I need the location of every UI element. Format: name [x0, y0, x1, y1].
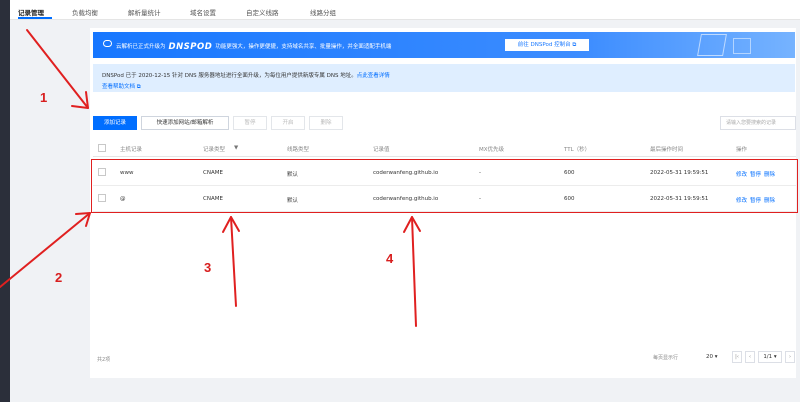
banner-text: 云解析已正式升级为 DNSPOD 功能更强大，操作更便捷，支持域名共享、批量操作，并… — [116, 41, 392, 52]
header-host: 主机记录 — [120, 147, 143, 153]
notice-text: DNSPod 已于 2020-12-15 针对 DNS 服务器地址进行全面升级，… — [102, 71, 390, 79]
dnspod-logo: DNSPOD — [168, 42, 213, 52]
tab-domain-settings[interactable]: 域名设置 — [190, 7, 216, 17]
header-ttl: TTL（秒） — [564, 147, 591, 153]
dns-upgrade-notice: DNSPod 已于 2020-12-15 针对 DNS 服务器地址进行全面升级，… — [93, 64, 795, 92]
header-value: 记录值 — [373, 147, 390, 153]
banner-prefix: 云解析已正式升级为 — [116, 44, 166, 50]
highlight-box — [91, 159, 798, 213]
tab-stats[interactable]: 解析量统计 — [128, 7, 161, 17]
tab-records[interactable]: 记录管理 — [18, 7, 44, 17]
help-doc-link[interactable]: 查看帮助文档 ⧉ — [102, 82, 141, 91]
enable-button[interactable]: 开启 — [271, 116, 305, 130]
quick-add-button[interactable]: 快速添加网站/邮箱解析 — [141, 116, 229, 130]
prev-page-button[interactable]: ‹ — [745, 351, 755, 363]
annotation-label-1: 1 — [40, 90, 48, 105]
page-select[interactable]: 1/1 ▾ — [758, 351, 782, 363]
tab-load-balance[interactable]: 负载均衡 — [72, 7, 98, 17]
annotation-label-2: 2 — [55, 270, 63, 285]
banner-decoration-small — [733, 38, 751, 54]
notice-details-link[interactable]: 点此查看详情 — [357, 73, 390, 79]
header-ops: 操作 — [736, 147, 748, 153]
tab-bar: 记录管理 负载均衡 解析量统计 域名设置 自定义线路 线路分组 — [10, 0, 800, 20]
banner-suffix: 功能更强大，操作更便捷，支持域名共享、批量操作，并全面适配手机端 — [215, 44, 392, 50]
arrow-1-head — [71, 91, 89, 109]
per-page-select[interactable]: 20 ▾ — [706, 354, 718, 360]
next-page-button[interactable]: › — [785, 351, 795, 363]
go-dnspod-console-button[interactable]: 前往 DNSPod 控制台 ⧉ — [505, 39, 589, 51]
pause-button[interactable]: 暂停 — [233, 116, 267, 130]
first-page-button[interactable]: |‹ — [732, 351, 742, 363]
tab-line-groups[interactable]: 线路分组 — [310, 7, 336, 17]
upgrade-banner: 云解析已正式升级为 DNSPOD 功能更强大，操作更便捷，支持域名共享、批量操作，并… — [93, 32, 795, 58]
arrow-2-head — [75, 212, 91, 227]
notice-message: DNSPod 已于 2020-12-15 针对 DNS 服务器地址进行全面升级，… — [102, 73, 357, 79]
per-page-label: 每页显示行 — [653, 355, 679, 361]
left-nav-strip — [0, 0, 10, 402]
annotation-label-4: 4 — [386, 251, 394, 266]
banner-decoration — [697, 34, 727, 56]
add-record-button[interactable]: 添加记录 — [93, 116, 137, 130]
record-search-input[interactable]: 请输入您要搜索的记录 — [720, 116, 796, 130]
table-header: 主机记录 记录类型 ▼ 线路类型 记录值 MX优先级 TTL（秒） 最后操作时间… — [93, 139, 796, 157]
delete-button[interactable]: 删除 — [309, 116, 343, 130]
arrow-2 — [0, 212, 91, 288]
table-footer: 共2项 每页显示行 20 ▾ |‹ ‹ 1/1 ▾ › — [93, 350, 796, 366]
arrow-1 — [26, 29, 89, 109]
cloud-icon — [103, 40, 112, 47]
header-time: 最后操作时间 — [650, 147, 684, 153]
filter-icon[interactable]: ▼ — [234, 145, 238, 151]
tab-custom-lines[interactable]: 自定义线路 — [246, 7, 279, 17]
annotation-label-3: 3 — [204, 260, 212, 275]
total-count: 共2项 — [97, 357, 111, 363]
header-type: 记录类型 — [203, 147, 226, 153]
header-line: 线路类型 — [287, 147, 310, 153]
select-all-checkbox[interactable] — [98, 144, 106, 152]
header-mx: MX优先级 — [479, 147, 505, 153]
active-tab-indicator — [18, 17, 52, 19]
